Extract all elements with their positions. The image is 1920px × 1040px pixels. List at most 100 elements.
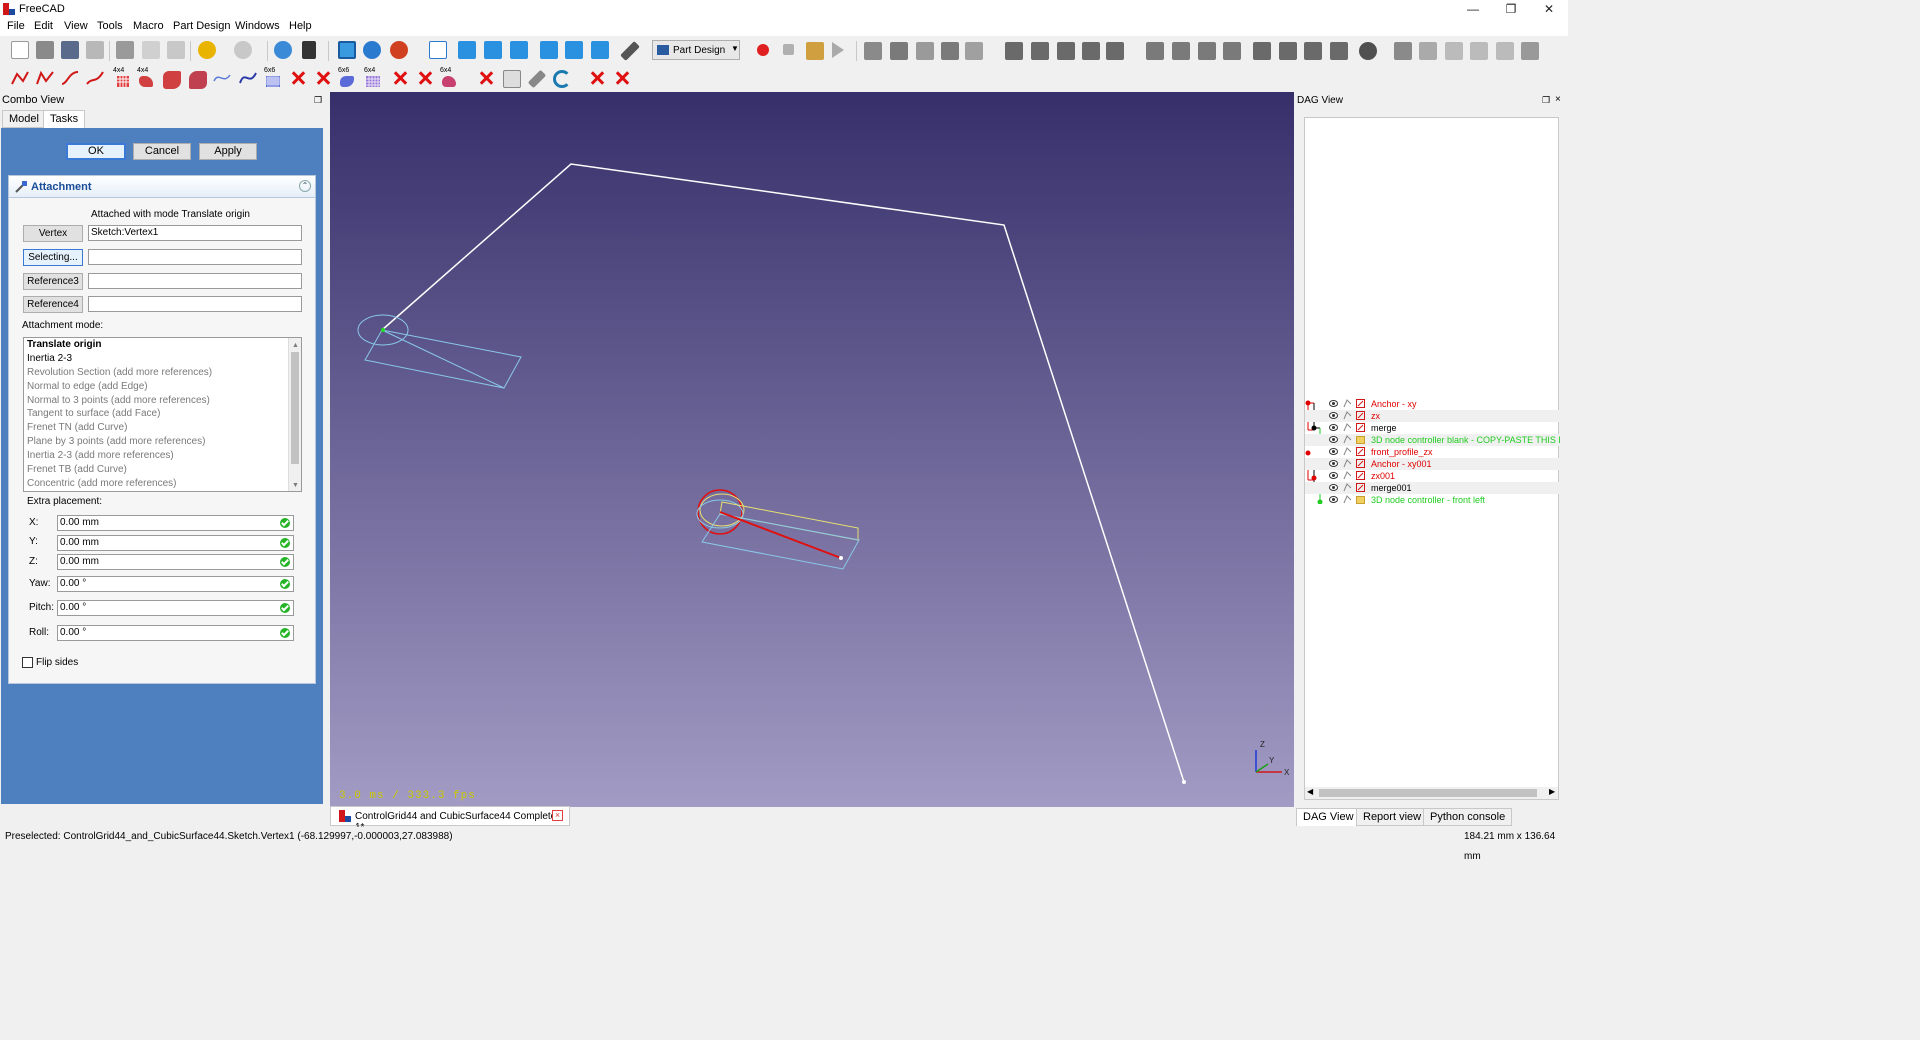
delete-icon[interactable] <box>391 69 409 87</box>
tab-python-console[interactable]: Python console <box>1423 808 1513 826</box>
dag-item[interactable]: zx001 <box>1305 470 1560 482</box>
chamfer-icon[interactable] <box>1279 42 1297 60</box>
flip-sides-checkbox[interactable] <box>22 657 33 668</box>
curve-dark-blue-icon[interactable] <box>239 69 257 87</box>
dag-item[interactable]: 3D node controller - front left <box>1305 494 1560 506</box>
list-item[interactable]: Normal to 3 points (add more references) <box>24 394 301 408</box>
loft-icon[interactable] <box>1057 42 1075 60</box>
dag-graph[interactable]: Anchor - xy zx merge 3D node controller … <box>1304 117 1560 800</box>
visibility-icon[interactable] <box>1329 472 1338 479</box>
reference3-button[interactable]: Reference3 <box>23 273 83 290</box>
surface-patch-icon[interactable] <box>163 71 181 89</box>
cut-icon[interactable] <box>116 41 134 59</box>
yaw-field[interactable]: 0.00 ° <box>57 576 294 592</box>
whats-this-icon[interactable] <box>302 41 316 59</box>
fillet-icon[interactable] <box>1253 42 1271 60</box>
export-icon[interactable] <box>1521 42 1539 60</box>
print-icon[interactable] <box>86 41 104 59</box>
grid-6x6-icon[interactable]: 6x6 <box>264 67 282 87</box>
polar-pattern-icon[interactable] <box>1445 42 1463 60</box>
scroll-up-icon[interactable]: ▲ <box>292 339 299 353</box>
datum-icon[interactable] <box>965 42 983 60</box>
ok-button[interactable]: OK <box>66 143 126 160</box>
redo-icon[interactable] <box>234 41 252 59</box>
surface-6x4-icon[interactable]: 6x4 <box>440 67 458 87</box>
scroll-thumb[interactable] <box>291 352 299 464</box>
rear-view-icon[interactable] <box>540 41 558 59</box>
menu-part-design[interactable]: Part Design <box>173 20 230 32</box>
visibility-icon[interactable] <box>1329 448 1338 455</box>
close-icon[interactable]: ✕ <box>1542 2 1556 16</box>
restore-icon[interactable]: ❐ <box>1504 2 1518 16</box>
mode-list-scrollbar[interactable]: ▲ ▼ <box>288 338 301 491</box>
reference3-field[interactable] <box>88 273 302 289</box>
list-item[interactable]: Normal to edge (add Edge) <box>24 380 301 394</box>
dag-item[interactable]: 3D node controller blank - COPY-PASTE TH… <box>1305 434 1560 446</box>
visibility-icon[interactable] <box>1329 484 1338 491</box>
revolution-icon[interactable] <box>1031 42 1049 60</box>
delete-icon[interactable] <box>613 69 631 87</box>
save-icon[interactable] <box>61 41 79 59</box>
refresh-icon[interactable] <box>274 41 292 59</box>
front-view-icon[interactable] <box>458 41 476 59</box>
groove-icon[interactable] <box>1198 42 1216 60</box>
reference4-button[interactable]: Reference4 <box>23 296 83 313</box>
attachment-mode-list[interactable]: Translate origin Inertia 2-3 Revolution … <box>23 337 302 492</box>
list-item[interactable]: Frenet TB (add Curve) <box>24 463 301 477</box>
scaled-icon[interactable] <box>1470 42 1488 60</box>
visibility-icon[interactable] <box>1329 412 1338 419</box>
collapse-icon[interactable]: ⌃ <box>299 180 311 192</box>
linear-pattern-icon[interactable] <box>1419 42 1437 60</box>
dag-item[interactable]: merge <box>1305 422 1560 434</box>
close-icon[interactable]: × <box>1555 94 1561 105</box>
dag-item[interactable]: front_profile_zx <box>1305 446 1560 458</box>
x-field[interactable]: 0.00 mm <box>57 515 294 531</box>
draw-style-icon[interactable] <box>390 41 408 59</box>
list-item[interactable]: Translate origin <box>24 338 301 352</box>
map-sketch-icon[interactable] <box>916 42 934 60</box>
list-item[interactable]: Inertia 2-3 (add more references) <box>24 449 301 463</box>
macro-stop-icon[interactable] <box>783 44 794 55</box>
menu-help[interactable]: Help <box>289 20 312 32</box>
pad-icon[interactable] <box>1005 42 1023 60</box>
draft-icon[interactable] <box>1304 42 1322 60</box>
polyline-closed-icon[interactable] <box>36 69 54 87</box>
tab-tasks[interactable]: Tasks <box>43 110 86 128</box>
scroll-thumb[interactable] <box>1319 789 1537 797</box>
vertex-button[interactable]: Vertex <box>23 225 83 242</box>
list-item[interactable]: Inertia 2-3 <box>24 352 301 366</box>
dag-item[interactable]: zx <box>1305 410 1560 422</box>
apply-button[interactable]: Apply <box>199 143 257 160</box>
minimize-icon[interactable]: — <box>1466 2 1480 16</box>
new-file-icon[interactable] <box>11 41 29 59</box>
reference1-field[interactable]: Sketch:Vertex1 <box>88 225 302 241</box>
scroll-down-icon[interactable]: ▼ <box>292 479 299 491</box>
grid-4x4-icon[interactable]: 4x4 <box>113 67 131 87</box>
pocket-icon[interactable] <box>1146 42 1164 60</box>
y-field[interactable]: 0.00 mm <box>57 535 294 551</box>
dag-item[interactable]: Anchor - xy <box>1305 398 1560 410</box>
list-item[interactable]: Frenet TN (add Curve) <box>24 421 301 435</box>
menu-edit[interactable]: Edit <box>34 20 53 32</box>
reference2-field[interactable] <box>88 249 302 265</box>
list-item[interactable]: Plane by 3 points (add more references) <box>24 435 301 449</box>
boolean-icon[interactable] <box>1359 42 1377 60</box>
tab-model[interactable]: Model <box>2 110 46 128</box>
menu-macro[interactable]: Macro <box>133 20 164 32</box>
undock-icon[interactable]: ❐ <box>1542 95 1550 106</box>
surface-4x4-icon[interactable]: 4x4 <box>137 67 155 87</box>
close-tab-icon[interactable]: × <box>552 810 563 821</box>
visibility-icon[interactable] <box>1329 436 1338 443</box>
list-item[interactable]: Concentric (add more references) <box>24 477 301 491</box>
pipe-icon[interactable] <box>1082 42 1100 60</box>
undo-icon[interactable] <box>198 41 216 59</box>
dag-item[interactable]: Anchor - xy001 <box>1305 458 1560 470</box>
validate-sketch-icon[interactable] <box>890 42 908 60</box>
document-tab[interactable]: ControlGrid44 and CubicSurface44 Complet… <box>330 806 570 833</box>
additive-primitive-icon[interactable] <box>1106 42 1124 60</box>
surface-join-icon[interactable] <box>189 71 207 89</box>
surface-6x6-icon[interactable]: 6x6 <box>338 67 356 87</box>
delete-icon[interactable] <box>588 69 606 87</box>
mirrored-icon[interactable] <box>1394 42 1412 60</box>
open-file-icon[interactable] <box>36 41 54 59</box>
